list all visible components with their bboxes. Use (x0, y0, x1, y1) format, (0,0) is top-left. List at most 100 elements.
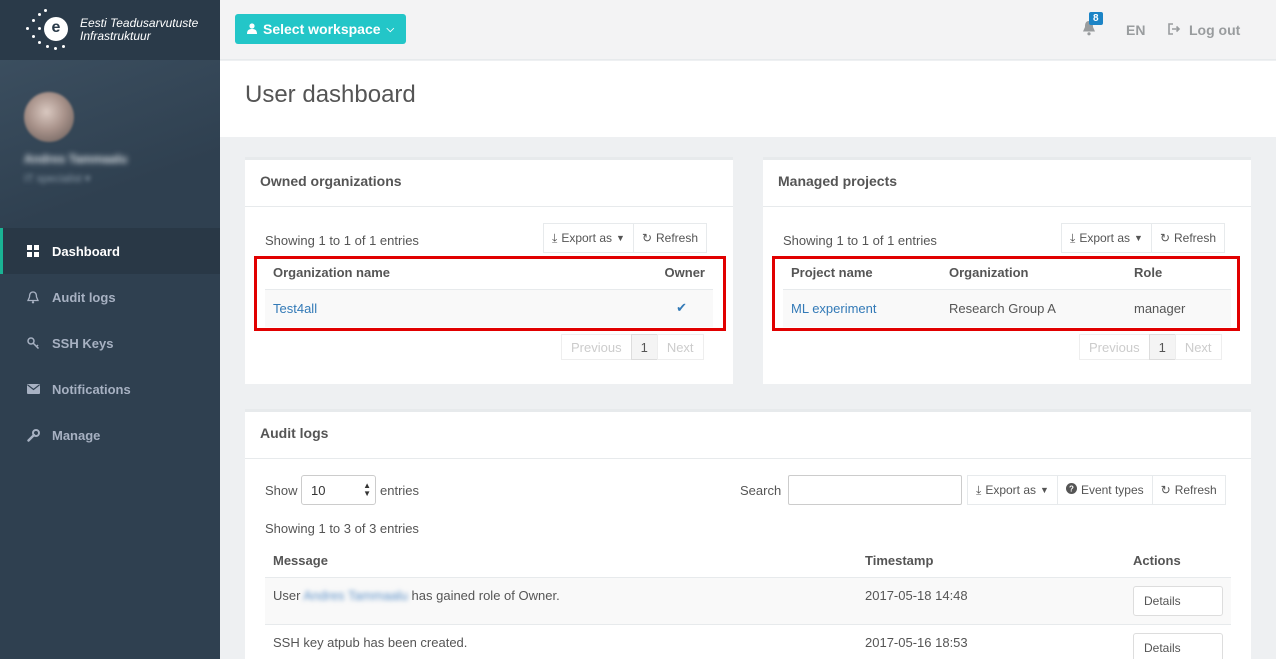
audit-logs-panel: Audit logs Show 10 ▲ ▼ entries Search ⤓ E… (245, 409, 1251, 659)
envelope-icon (26, 384, 40, 394)
refresh-button[interactable]: ↻ Refresh (1150, 223, 1226, 253)
managed-projects-toolbar: ⤓ Export as ▼ ↻ Refresh (1061, 223, 1226, 253)
sidebar: e Eesti Teadusarvutuste Infrastruktuur A… (0, 0, 220, 659)
log-message-prefix: User (273, 587, 301, 603)
pagination-page-1[interactable]: 1 (1148, 334, 1176, 360)
grid-icon (26, 245, 40, 257)
log-message-user-link[interactable]: Andres Tammaalu (303, 588, 408, 603)
table-row: SSH key atpub has been created. 2017-05-… (265, 623, 1231, 659)
refresh-label: Refresh (656, 231, 699, 245)
pagination: Previous 1 Next (1079, 334, 1222, 360)
sidebar-nav: Dashboard Audit logs SSH Keys Notificati… (0, 228, 220, 458)
download-icon: ⤓ (1070, 230, 1076, 245)
export-as-label: Export as (1079, 231, 1131, 245)
logout-link[interactable]: Log out (1168, 22, 1240, 38)
column-header-timestamp[interactable]: Timestamp (857, 545, 1125, 578)
table-info: Showing 1 to 3 of 3 entries (265, 521, 419, 536)
updown-icon: ▲ ▼ (363, 481, 371, 498)
export-as-label: Export as (561, 231, 613, 245)
panel-title: Audit logs (245, 412, 1251, 459)
sidebar-item-label: Manage (52, 427, 101, 443)
logo-icon: e (24, 9, 72, 51)
refresh-button[interactable]: ↻ Refresh (1151, 475, 1226, 505)
log-message: User Andres Tammaalu has gained role of … (265, 576, 857, 624)
sidebar-item-label: Audit logs (52, 289, 116, 305)
notification-count-badge: 8 (1089, 12, 1103, 25)
caret-down-icon: ▼ (1040, 485, 1049, 495)
log-timestamp: 2017-05-18 14:48 (857, 576, 1125, 624)
pagination-page-1[interactable]: 1 (630, 334, 658, 360)
sidebar-item-audit-logs[interactable]: Audit logs (0, 274, 220, 320)
profile-name[interactable]: Andres Tammaalu (24, 152, 220, 166)
sidebar-item-manage[interactable]: Manage (0, 412, 220, 458)
event-types-button[interactable]: ? Event types (1056, 475, 1153, 505)
wrench-icon (26, 428, 40, 442)
search-label: Search (740, 483, 782, 498)
pagination: Previous 1 Next (561, 334, 704, 360)
entries-label: entries (380, 483, 420, 498)
sidebar-item-dashboard[interactable]: Dashboard (0, 228, 220, 274)
key-icon (26, 337, 40, 349)
panel-title: Managed projects (763, 160, 1251, 207)
owned-orgs-toolbar: ⤓ Export as ▼ ↻ Refresh (543, 223, 708, 253)
page-size-value: 10 (311, 482, 326, 498)
search-input[interactable] (788, 475, 962, 505)
sidebar-item-label: Dashboard (52, 243, 120, 259)
sidebar-item-ssh-keys[interactable]: SSH Keys (0, 320, 220, 366)
bell-icon (26, 290, 40, 304)
sidebar-item-label: Notifications (52, 381, 131, 397)
question-circle-icon: ? (1065, 483, 1077, 497)
caret-down-icon: ▼ (616, 233, 625, 243)
brand-text: Eesti Teadusarvutuste Infrastruktuur (80, 17, 198, 43)
chevron-down-icon: ⌵ (386, 23, 395, 35)
page-title: User dashboard (245, 81, 416, 108)
export-as-label: Export as (985, 483, 1037, 497)
profile: Andres Tammaalu IT specialist ▾ (0, 60, 220, 228)
event-types-label: Event types (1080, 483, 1144, 497)
topbar: Select workspace ⌵ 8 EN Log out (220, 0, 1276, 60)
export-as-button[interactable]: ⤓ Export as ▼ (967, 475, 1058, 505)
language-switcher[interactable]: EN (1126, 22, 1145, 38)
show-label: Show (265, 483, 298, 498)
pagination-previous[interactable]: Previous (561, 334, 632, 360)
brand[interactable]: e Eesti Teadusarvutuste Infrastruktuur (0, 0, 220, 60)
refresh-label: Refresh (1174, 483, 1217, 497)
refresh-icon: ↻ (1159, 231, 1170, 245)
log-message-suffix: has gained role of Owner. (411, 587, 560, 603)
table-info: Showing 1 to 1 of 1 entries (265, 233, 419, 248)
log-timestamp: 2017-05-16 18:53 (857, 623, 1125, 659)
logout-label: Log out (1189, 22, 1241, 38)
download-icon: ⤓ (976, 482, 982, 497)
highlight-box-organizations (254, 256, 726, 331)
page-size-select[interactable]: 10 ▲ ▼ (301, 475, 376, 505)
sidebar-item-notifications[interactable]: Notifications (0, 366, 220, 412)
table-row: User Andres Tammaalu has gained role of … (265, 576, 1231, 624)
logo-letter: e (44, 17, 68, 41)
export-as-button[interactable]: ⤓ Export as ▼ (1061, 223, 1152, 253)
avatar[interactable] (24, 92, 74, 142)
refresh-icon: ↻ (641, 231, 652, 245)
pagination-next[interactable]: Next (656, 334, 704, 360)
user-icon (247, 21, 257, 37)
audit-logs-toolbar: ⤓ Export as ▼ ? Event types ↻ Refresh (967, 475, 1226, 505)
table-info: Showing 1 to 1 of 1 entries (783, 233, 937, 248)
profile-role-dropdown[interactable]: IT specialist ▾ (24, 172, 220, 185)
pagination-previous[interactable]: Previous (1079, 334, 1150, 360)
page-heading: User dashboard (220, 61, 1276, 137)
audit-logs-table: Message Timestamp Actions User Andres Ta… (265, 545, 1231, 659)
log-message: SSH key atpub has been created. (265, 623, 857, 659)
refresh-button[interactable]: ↻ Refresh (632, 223, 708, 253)
details-button[interactable]: Details (1133, 585, 1223, 616)
export-as-button[interactable]: ⤓ Export as ▼ (543, 223, 634, 253)
refresh-label: Refresh (1174, 231, 1217, 245)
select-workspace-button[interactable]: Select workspace ⌵ (235, 14, 407, 44)
column-header-message[interactable]: Message (265, 545, 857, 578)
details-button[interactable]: Details (1133, 632, 1223, 659)
caret-down-icon: ▼ (1134, 233, 1143, 243)
brand-line-2: Infrastruktuur (80, 29, 151, 43)
pagination-next[interactable]: Next (1174, 334, 1222, 360)
select-workspace-label: Select workspace (263, 21, 381, 37)
panel-title: Owned organizations (245, 160, 733, 207)
refresh-icon: ↻ (1160, 483, 1171, 497)
sidebar-item-label: SSH Keys (52, 335, 114, 351)
